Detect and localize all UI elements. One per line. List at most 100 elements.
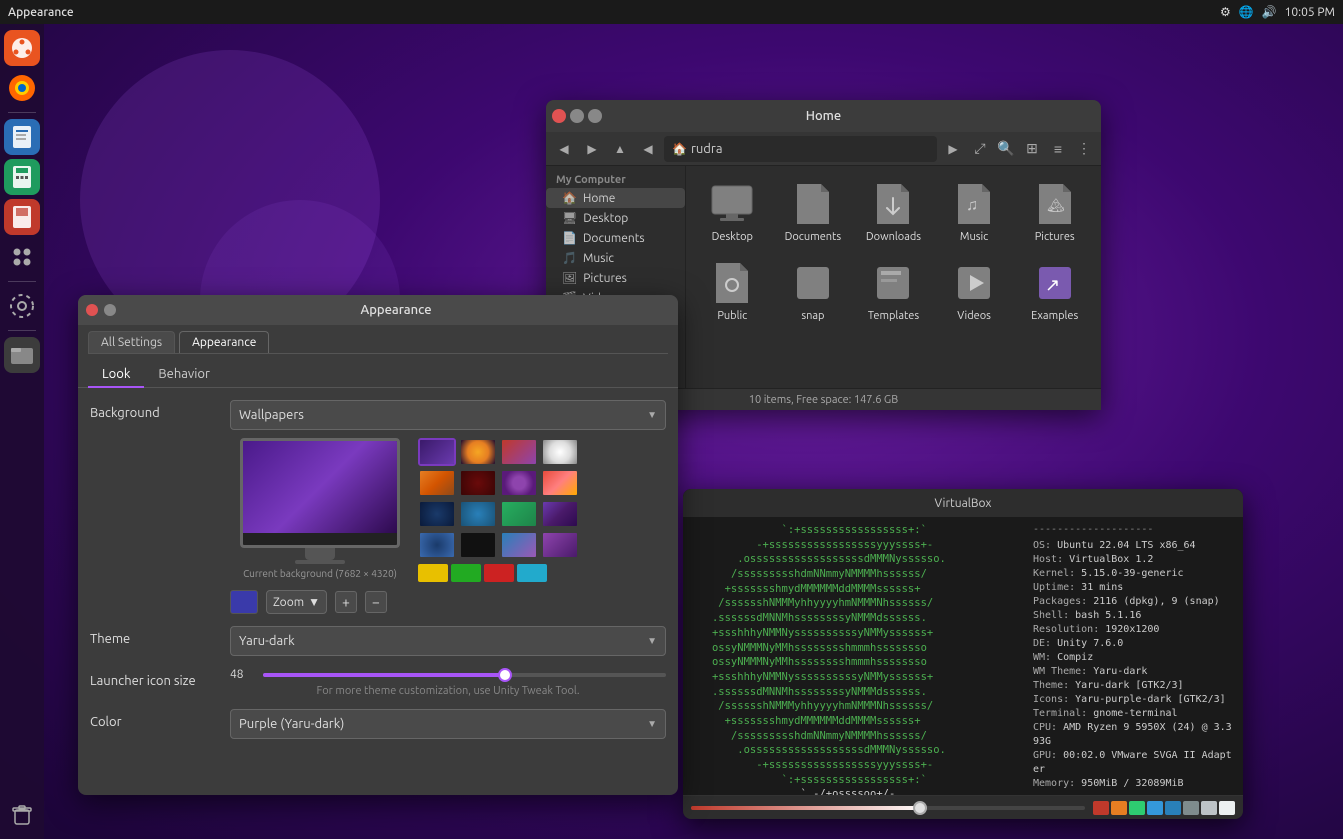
fm-item-public[interactable]: Public [694,253,771,328]
fm-item-videos[interactable]: Videos [936,253,1013,328]
fm-desktop-icon [708,180,756,228]
fm-search-button[interactable]: 🔍 [995,138,1017,160]
term-title: VirtualBox [935,497,992,510]
bg-zoom-plus[interactable]: + [335,591,357,613]
term-line-6: /sssssshNMMMyhhyyyyhmNMMMNhssssss/ [693,596,1023,611]
bg-thumb-8[interactable] [418,500,456,528]
bg-thumb-10[interactable] [500,500,538,528]
bg-thumb-0[interactable] [418,438,456,466]
bg-swatch-green[interactable] [451,564,481,582]
volume-icon: 🔊 [1262,5,1277,19]
ad-close-button[interactable] [86,304,98,316]
ad-theme-dropdown[interactable]: Yaru-dark ▼ [230,626,666,656]
sidebar-item-trash[interactable] [4,797,40,833]
term-gpu: GPU: 00:02.0 VMware SVGA II Adapter [1033,749,1233,777]
fm-item-templates[interactable]: Templates [855,253,932,328]
fm-back-button[interactable]: ◀ [552,137,576,161]
svg-text:♫: ♫ [966,196,978,214]
fm-prev-button[interactable]: ◀ [636,137,660,161]
terminal-window: VirtualBox `:+sssssssssssssssss+:` -+sss… [683,489,1243,819]
ad-color-dropdown[interactable]: Purple (Yaru-dark) ▼ [230,709,666,739]
fm-item-desktop[interactable]: Desktop [694,174,771,249]
term-sysinfo: -------------------- OS: Ubuntu 22.04 LT… [1033,523,1233,789]
bg-thumb-12[interactable] [418,531,456,559]
ad-wallpaper-dropdown[interactable]: Wallpapers ▼ [230,400,666,430]
bg-thumb-5[interactable] [459,469,497,497]
sidebar-item-calc[interactable] [4,159,40,195]
fm-more-button[interactable]: ⋮ [1073,138,1095,160]
fm-up-button[interactable]: ▲ [608,137,632,161]
sidebar-item-writer[interactable] [4,119,40,155]
bg-swatch-cyan[interactable] [517,564,547,582]
bg-swatch-yellow[interactable] [418,564,448,582]
sidebar-item-ubuntu[interactable] [4,30,40,66]
term-kernel: Kernel: 5.15.0-39-generic [1033,567,1233,581]
fm-item-examples[interactable]: ↗ Examples [1016,253,1093,328]
bg-thumb-11[interactable] [541,500,579,528]
bg-zoom-dropdown[interactable]: Zoom ▼ [266,590,327,614]
fm-forward-button[interactable]: ▶ [580,137,604,161]
bg-thumb-13[interactable] [459,531,497,559]
fm-templates-icon [869,259,917,307]
ad-subtab-look[interactable]: Look [88,362,144,388]
fm-item-pictures[interactable]: 🏔 Pictures [1016,174,1093,249]
term-color-swatches [1093,801,1235,815]
ad-minimize-button[interactable] [104,304,116,316]
fm-home-sidebar-icon: 🏠 [562,191,577,205]
ad-tab-all-settings[interactable]: All Settings [88,331,175,353]
fm-file-grid: Desktop Documents Downloads [694,174,1093,328]
launcher-slider-track [263,673,666,677]
bg-monitor-stand [305,548,335,560]
fm-item-documents[interactable]: Documents [775,174,852,249]
fm-sidebar-desktop[interactable]: 🖥 Desktop [546,208,685,228]
bg-thumb-6[interactable] [500,469,538,497]
fm-close-button[interactable] [552,109,566,123]
ad-subtab-behavior[interactable]: Behavior [144,362,224,388]
bg-preview-area: Current background (7682 × 4320) [230,438,666,614]
term-line-18: `:+sssssssssssssssss+:` [693,773,1023,788]
bg-thumb-1[interactable] [459,438,497,466]
fm-downloads-label: Downloads [866,231,921,243]
sidebar-item-files[interactable] [4,337,40,373]
fm-next-breadcrumb-button[interactable]: ▶ [941,137,965,161]
fm-sidebar-documents[interactable]: 📄 Documents [546,228,685,248]
bg-thumb-14[interactable] [500,531,538,559]
fm-public-label: Public [717,310,747,322]
fm-expand-button[interactable]: ⤢ [969,138,991,160]
bg-zoom-minus[interactable]: − [365,591,387,613]
bg-thumb-2[interactable] [500,438,538,466]
fm-list-view-button[interactable]: ≡ [1047,138,1069,160]
bg-swatch-red[interactable] [484,564,514,582]
fm-sidebar-music[interactable]: 🎵 Music [546,248,685,268]
bg-thumb-4[interactable] [418,469,456,497]
appearance-dialog: Appearance All Settings Appearance Look … [78,295,678,795]
fm-toolbar: ◀ ▶ ▲ ◀ 🏠 rudra ▶ ⤢ 🔍 ⊞ ≡ ⋮ [546,132,1101,166]
ad-launcher-control: 48 For more theme customization, use Uni… [230,668,666,697]
fm-item-downloads[interactable]: Downloads [855,174,932,249]
bg-thumb-9[interactable] [459,500,497,528]
bg-thumb-7[interactable] [541,469,579,497]
fm-sidebar-pictures[interactable]: 🖼 Pictures [546,268,685,288]
fm-item-snap[interactable]: snap [775,253,852,328]
bg-thumb-3[interactable] [541,438,579,466]
sidebar-item-settings[interactable] [4,288,40,324]
term-slider-thumb[interactable] [913,801,927,815]
sidebar-item-apps[interactable] [4,239,40,275]
term-line-3: .ossssssssssssssssssdMMMNyssssso. [693,552,1023,567]
fm-examples-icon: ↗ [1031,259,1079,307]
fm-item-music[interactable]: ♫ Music [936,174,1013,249]
launcher-slider-thumb[interactable] [498,668,512,682]
bg-thumb-15[interactable] [541,531,579,559]
fm-grid-view-button[interactable]: ⊞ [1021,138,1043,160]
fm-maximize-button[interactable] [588,109,602,123]
sidebar-item-impress[interactable] [4,199,40,235]
bg-monitor-base [295,560,345,564]
term-volume-slider[interactable] [691,806,1085,810]
term-line-19: `.-/+ossssoo+/-. [693,787,1023,795]
fm-sidebar-section-header[interactable]: My Computer [546,172,685,188]
bg-color-picker[interactable] [230,590,258,614]
fm-sidebar-home[interactable]: 🏠 Home [546,188,685,208]
ad-tab-appearance[interactable]: Appearance [179,331,269,353]
fm-minimize-button[interactable] [570,109,584,123]
sidebar-item-firefox[interactable] [4,70,40,106]
